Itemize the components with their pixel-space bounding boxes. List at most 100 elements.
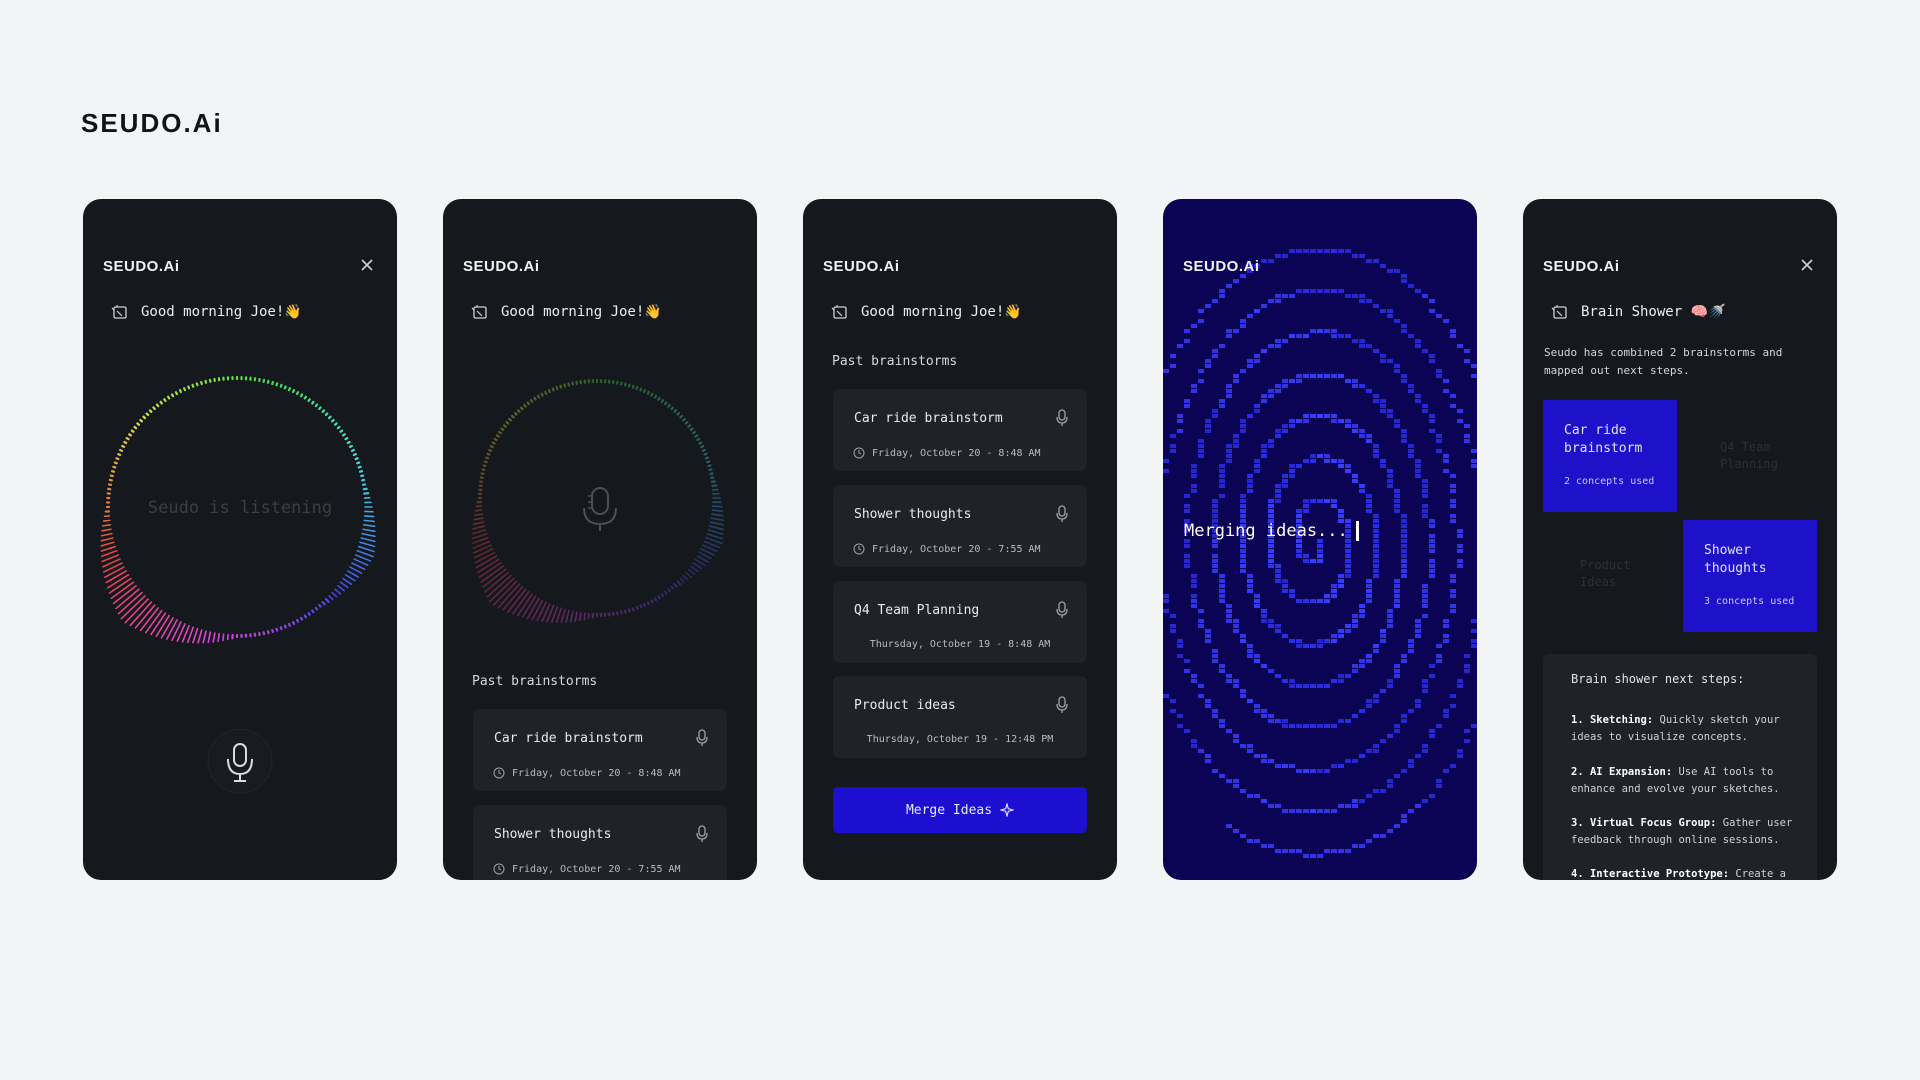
spiral-pixel xyxy=(1212,509,1218,513)
visualizer-bar xyxy=(536,601,547,622)
spiral-pixel xyxy=(1394,499,1400,503)
spiral-pixel xyxy=(1289,809,1295,813)
spiral-pixel xyxy=(1191,594,1197,598)
visualizer-bar xyxy=(163,398,167,402)
spiral-pixel xyxy=(1436,369,1442,373)
spiral-pixel xyxy=(1226,604,1232,608)
spiral-pixel xyxy=(1275,764,1281,768)
brainstorm-card[interactable]: Shower thoughts Friday, October 20 - 7:5… xyxy=(833,485,1087,567)
spiral-pixel xyxy=(1282,474,1288,478)
visualizer-bar xyxy=(660,399,665,403)
spiral-pixel xyxy=(1387,619,1393,623)
brainstorm-card[interactable]: Car ride brainstorm Friday, October 20 -… xyxy=(833,389,1087,471)
merged-brainstorm-block[interactable]: Shower thoughts 3 concepts used xyxy=(1683,520,1817,632)
spiral-pixel xyxy=(1331,414,1337,418)
visualizer-bar xyxy=(348,444,353,449)
spiral-pixel xyxy=(1198,379,1204,383)
visualizer-bar xyxy=(362,528,376,533)
spiral-pixel xyxy=(1450,334,1456,338)
visualizer-bar xyxy=(489,577,515,603)
spiral-pixel xyxy=(1394,504,1400,508)
spiral-pixel xyxy=(1240,744,1246,748)
close-icon[interactable] xyxy=(1799,257,1815,273)
visualizer-bar xyxy=(673,409,678,413)
spiral-pixel xyxy=(1422,514,1428,518)
spiral-pixel xyxy=(1282,724,1288,728)
visualizer-bar xyxy=(100,541,115,547)
spiral-pixel xyxy=(1450,574,1456,578)
spiral-pixel xyxy=(1184,554,1190,558)
brainstorm-title: Q4 Team Planning xyxy=(854,603,980,618)
visualizer-bar xyxy=(711,509,724,512)
visualizer-bar xyxy=(295,618,300,623)
visualizer-bar xyxy=(195,382,199,387)
spiral-pixel xyxy=(1254,599,1260,603)
spiral-pixel xyxy=(1359,659,1365,663)
spiral-pixel xyxy=(1394,579,1400,583)
spiral-pixel xyxy=(1415,399,1421,403)
merge-ideas-button[interactable]: Merge Ideas xyxy=(833,787,1087,833)
spiral-pixel xyxy=(1331,504,1337,508)
visualizer-bar xyxy=(667,588,671,593)
spiral-pixel xyxy=(1240,559,1246,563)
visualizer-bar xyxy=(212,632,216,643)
spiral-pixel xyxy=(1443,454,1449,458)
spiral-pixel xyxy=(1184,494,1190,498)
spiral-pixel xyxy=(1464,439,1470,443)
merged-brainstorm-block[interactable]: Car ride brainstorm 2 concepts used xyxy=(1543,400,1677,512)
text-cursor xyxy=(1355,521,1359,541)
spiral-pixel xyxy=(1212,504,1218,508)
spiral-pixel xyxy=(1422,689,1428,693)
app-logo: SEUDO.Ai xyxy=(823,258,900,275)
visualizer-bar xyxy=(687,568,696,576)
spiral-pixel xyxy=(1373,749,1379,753)
spiral-pixel xyxy=(1443,639,1449,643)
visualizer-bar xyxy=(493,437,498,442)
spiral-pixel xyxy=(1317,499,1323,503)
visualizer-bar xyxy=(707,529,724,535)
brainstorm-card[interactable]: Q4 Team Planning Thursday, October 19 - … xyxy=(833,581,1087,663)
concepts-used: 3 concepts used xyxy=(1704,596,1795,607)
brainstorm-card[interactable]: Product ideas Thursday, October 19 - 12:… xyxy=(833,676,1087,758)
spiral-pixel xyxy=(1268,559,1274,563)
brainstorm-card[interactable]: Car ride brainstorm Friday, October 20 -… xyxy=(473,709,727,791)
visualizer-bar xyxy=(706,533,724,540)
visualizer-bar xyxy=(318,603,322,608)
merged-brainstorm-title: Shower thoughts xyxy=(1704,543,1767,576)
spiral-pixel xyxy=(1268,444,1274,448)
merged-brainstorm-title: Car ride brainstorm xyxy=(1564,423,1643,456)
spiral-pixel xyxy=(1296,549,1302,553)
spiral-pixel xyxy=(1331,249,1337,253)
spiral-pixel xyxy=(1359,614,1365,618)
clock-icon xyxy=(493,863,505,875)
visualizer-bar xyxy=(292,620,296,625)
spiral-pixel xyxy=(1247,839,1253,843)
spiral-pixel xyxy=(1289,724,1295,728)
spiral-pixel xyxy=(1177,344,1183,348)
microphone-button[interactable] xyxy=(206,727,274,795)
spiral-pixel xyxy=(1310,374,1316,378)
spiral-pixel xyxy=(1415,624,1421,628)
brainstorm-card[interactable]: Shower thoughts Friday, October 20 - 7:5… xyxy=(473,805,727,880)
spiral-pixel xyxy=(1450,489,1456,493)
spiral-pixel xyxy=(1366,659,1372,663)
spiral-pixel xyxy=(1450,604,1456,608)
brainstorm-title: Car ride brainstorm xyxy=(854,411,1003,426)
spiral-pixel xyxy=(1450,519,1456,523)
visualizer-bar xyxy=(192,627,199,644)
spiral-pixel xyxy=(1331,849,1337,853)
spiral-pixel xyxy=(1219,719,1225,723)
spiral-pixel xyxy=(1226,284,1232,288)
microphone-button[interactable] xyxy=(578,484,622,534)
spiral-pixel xyxy=(1170,364,1176,368)
visualizer-bar xyxy=(271,628,274,634)
visualizer-bar xyxy=(130,429,135,433)
spiral-pixel xyxy=(1254,839,1260,843)
spiral-pixel xyxy=(1219,484,1225,488)
close-icon[interactable] xyxy=(359,257,375,273)
spiral-pixel xyxy=(1429,569,1435,573)
visualizer-bar xyxy=(646,601,650,606)
spiral-pixel xyxy=(1247,654,1253,658)
spiral-pixel xyxy=(1415,339,1421,343)
spiral-pixel xyxy=(1373,574,1379,578)
